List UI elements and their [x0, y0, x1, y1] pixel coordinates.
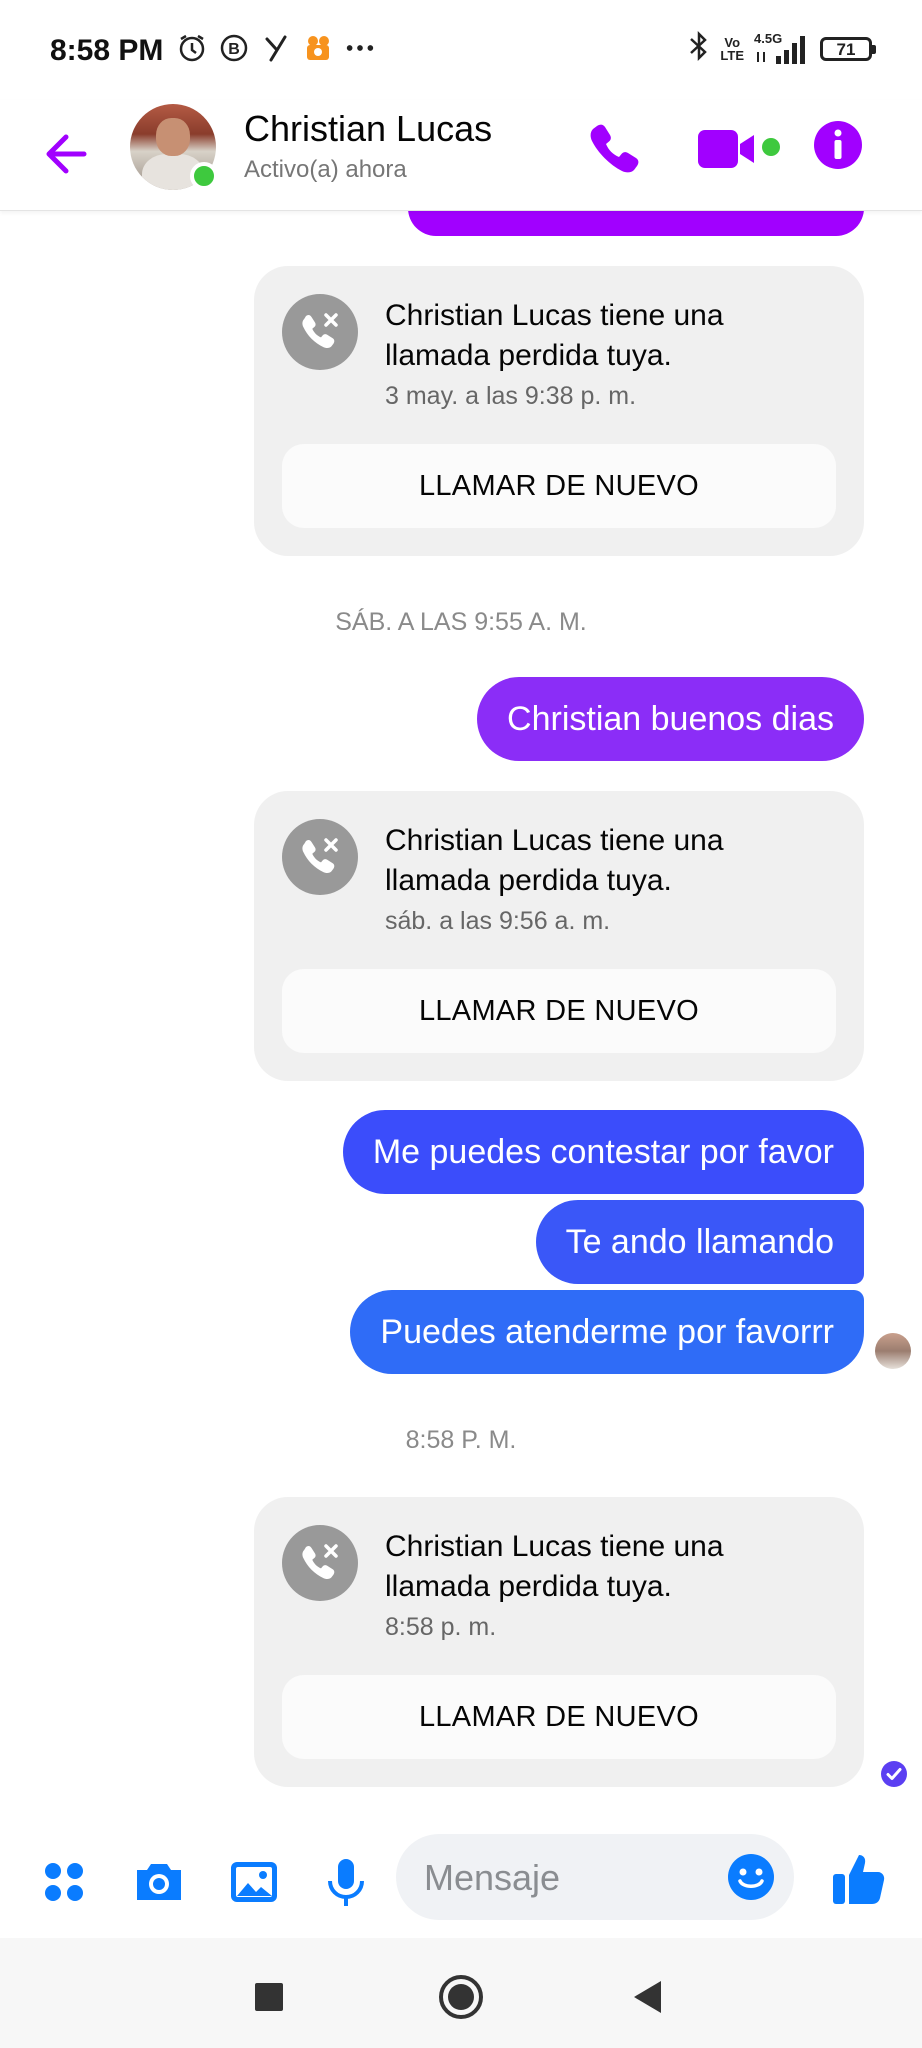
message-field[interactable]	[396, 1834, 794, 1922]
status-notification-icons: B	[176, 32, 376, 64]
home-circle-icon	[439, 1975, 483, 2019]
camera-icon	[137, 1864, 181, 1900]
conversation-header: Christian Lucas Activo(a) ahora	[0, 100, 922, 211]
missed-call-icon	[282, 1525, 358, 1601]
call-back-button[interactable]: LLAMAR DE NUEVO	[282, 444, 836, 528]
back-button[interactable]	[38, 124, 98, 184]
call-back-button[interactable]: LLAMAR DE NUEVO	[282, 1675, 836, 1759]
volte-bottom-label: LTE	[720, 47, 744, 63]
like-button[interactable]	[830, 1848, 886, 1904]
info-icon	[814, 121, 862, 169]
camera-button[interactable]	[131, 1854, 187, 1910]
online-status-dot	[190, 162, 218, 190]
alarm-icon	[176, 32, 208, 64]
square-icon	[255, 1983, 283, 2011]
triangle-back-icon	[634, 1981, 661, 2013]
missed-call-text: Christian Lucas tiene una llamada perdid…	[385, 824, 724, 897]
missed-call-icon	[282, 294, 358, 370]
missed-call-time: 8:58 p. m.	[385, 1613, 497, 1641]
image-icon	[231, 1862, 277, 1902]
call-back-button[interactable]: LLAMAR DE NUEVO	[282, 969, 836, 1053]
emoji-button[interactable]	[726, 1852, 776, 1902]
seen-by-avatar	[875, 1333, 911, 1369]
microphone-icon	[328, 1859, 364, 1906]
signal-icon	[757, 35, 805, 64]
volte-top-label: Vo	[724, 34, 741, 50]
presence-status: Activo(a) ahora	[244, 156, 407, 183]
video-call-button[interactable]	[696, 124, 760, 176]
missed-call-icon	[282, 819, 358, 895]
signal-block: 4.5G	[754, 32, 810, 66]
volte-indicator: Vo LTE	[720, 36, 744, 62]
arrow-left-icon	[46, 134, 87, 174]
missed-call-card: Christian Lucas tiene una llamada perdid…	[254, 1497, 864, 1787]
outgoing-message[interactable]: Me puedes contestar por favor	[342, 1110, 864, 1194]
status-time: 8:58 PM	[50, 34, 164, 67]
home-button[interactable]	[436, 1972, 486, 2022]
missed-call-text: Christian Lucas tiene una llamada perdid…	[385, 1530, 724, 1603]
outgoing-message[interactable]: Te ando llamando	[535, 1200, 864, 1284]
voice-call-button[interactable]	[583, 120, 643, 180]
missed-call-time: 3 may. a las 9:38 p. m.	[385, 382, 637, 410]
four-dots-icon	[45, 1863, 83, 1901]
missed-call-card: Christian Lucas tiene una llamada perdid…	[254, 791, 864, 1081]
status-bar: 8:58 PM B Vo LTE 4.5G 71	[0, 0, 922, 100]
recents-button[interactable]	[244, 1972, 294, 2022]
avatar-face	[156, 118, 190, 156]
battery-indicator: 71	[820, 36, 876, 61]
system-navigation-bar	[0, 1938, 922, 2048]
back-nav-button[interactable]	[624, 1972, 674, 2022]
video-camera-icon	[698, 130, 754, 168]
contact-name[interactable]: Christian Lucas	[244, 108, 492, 150]
media-app-icon	[302, 32, 334, 64]
missed-call-text: Christian Lucas tiene una llamada perdid…	[385, 299, 724, 372]
message-input[interactable]	[422, 1834, 726, 1922]
day-separator: SÁB. A LAS 9:55 A. M.	[335, 608, 587, 636]
time-separator: 8:58 P. M.	[405, 1426, 517, 1454]
delivered-check-icon	[880, 1760, 908, 1788]
more-actions-button[interactable]	[36, 1854, 92, 1910]
smiley-icon	[728, 1854, 774, 1900]
outgoing-message[interactable]: Puedes atenderme por favorrr	[350, 1290, 864, 1374]
video-active-dot	[762, 138, 780, 156]
b-badge-icon: B	[218, 32, 250, 64]
status-system-icons: Vo LTE 4.5G 71	[688, 30, 876, 67]
message-composer	[0, 1826, 922, 1936]
svg-text:B: B	[228, 41, 240, 58]
missed-call-time: sáb. a las 9:56 a. m.	[385, 907, 611, 935]
y-app-icon	[260, 32, 292, 64]
missed-call-card: Christian Lucas tiene una llamada perdid…	[254, 266, 864, 556]
bluetooth-icon	[688, 30, 710, 67]
phone-icon	[590, 124, 639, 173]
voice-message-button[interactable]	[318, 1854, 374, 1910]
gallery-button[interactable]	[226, 1854, 282, 1910]
more-dots-icon	[344, 32, 376, 64]
outgoing-message[interactable]: Christian buenos dias	[477, 677, 864, 761]
info-button[interactable]	[813, 120, 863, 170]
thumbs-up-icon	[833, 1855, 885, 1904]
